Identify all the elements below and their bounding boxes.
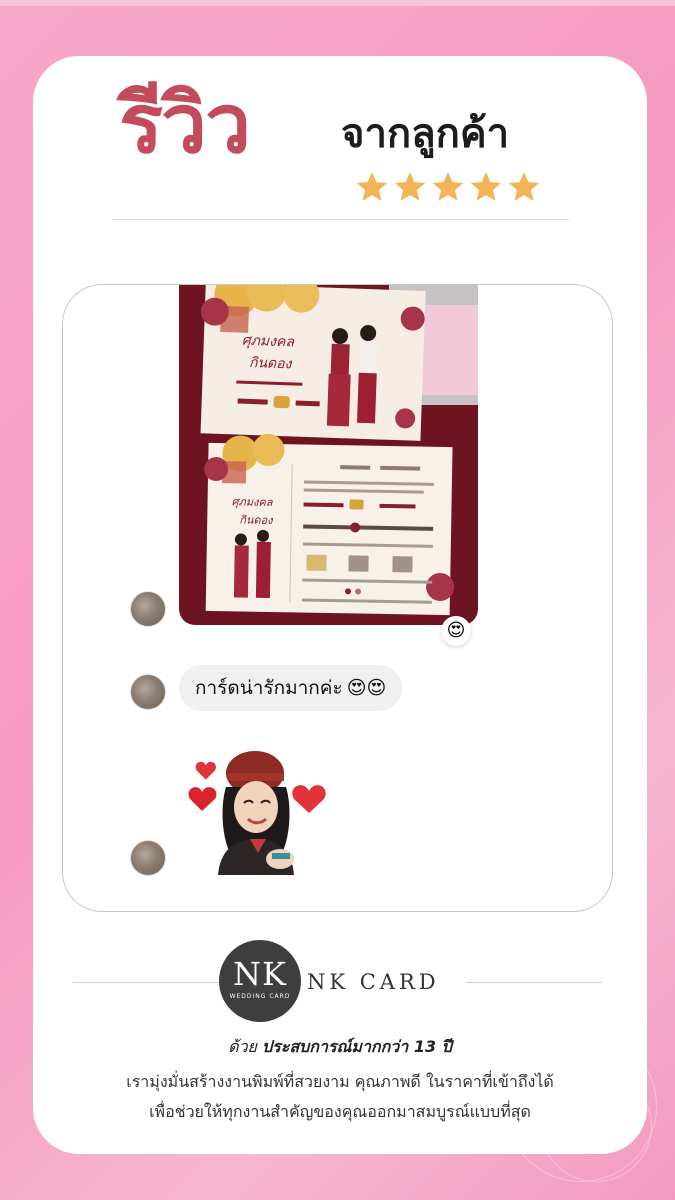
svg-text:กินดอง: กินดอง <box>239 513 274 527</box>
top-strip <box>0 0 675 6</box>
svg-text:กินดอง: กินดอง <box>249 355 293 373</box>
rating-stars <box>355 170 541 204</box>
tagline-prefix: ด้วย <box>228 1037 263 1056</box>
review-subtitle: จากลูกค้า <box>341 111 510 157</box>
brand-name: NK CARD <box>307 970 440 994</box>
reaction-badge[interactable]: 😍 <box>441 616 471 646</box>
chat-screenshot: ศุภมงคล กินดอง ศุภมงคล กินดอง 😍 การ์ดน่า… <box>62 284 613 912</box>
heart-eyes-icon: 😍😍 <box>346 677 387 699</box>
review-card: รีวิว จากลูกค้า ศุภมงคล กินดอง ศุภมงคล ก… <box>33 56 647 1154</box>
review-title: รีวิว <box>119 77 251 172</box>
svg-text:ศุภมงคล: ศุภมงคล <box>242 333 296 351</box>
star-icon <box>470 172 502 201</box>
logo-initials: NK <box>233 955 287 993</box>
avatar-sticker[interactable] <box>188 747 328 875</box>
message-text: การ์ดน่ารักมากค่ะ <box>195 677 343 699</box>
avatar[interactable] <box>130 674 166 710</box>
svg-text:ศุภมงคล: ศุภมงคล <box>231 495 273 509</box>
avatar[interactable] <box>130 591 166 627</box>
heart-eyes-icon: 😍 <box>446 620 466 641</box>
invitation-cards-image: ศุภมงคล กินดอง ศุภมงคล กินดอง <box>179 285 478 625</box>
star-icon <box>508 172 540 201</box>
star-icon <box>394 172 426 201</box>
star-icon <box>432 172 464 201</box>
header-divider <box>113 219 569 220</box>
tagline-highlight: ประสบการณ์มากกว่า 13 ปี <box>262 1037 452 1056</box>
invitation-photo[interactable]: ศุภมงคล กินดอง ศุภมงคล กินดอง <box>179 285 478 625</box>
avatar[interactable] <box>130 840 166 876</box>
description-line-1: เรามุ่งมั่นสร้างงานพิมพ์ที่สวยงาม คุณภาพ… <box>126 1072 554 1091</box>
brand-logo: NK WEDDING CARD <box>219 940 301 1022</box>
tagline: ด้วย ประสบการณ์มากกว่า 13 ปี <box>33 1035 647 1060</box>
star-icon <box>356 172 388 201</box>
message-bubble[interactable]: การ์ดน่ารักมากค่ะ 😍😍 <box>179 665 403 711</box>
description-line-2: เพื่อช่วยให้ทุกงานสำคัญของคุณออกมาสมบูรณ… <box>149 1102 531 1121</box>
logo-subtext: WEDDING CARD <box>229 993 291 1000</box>
footer-divider-right <box>466 982 602 983</box>
sticker-image <box>188 751 326 875</box>
